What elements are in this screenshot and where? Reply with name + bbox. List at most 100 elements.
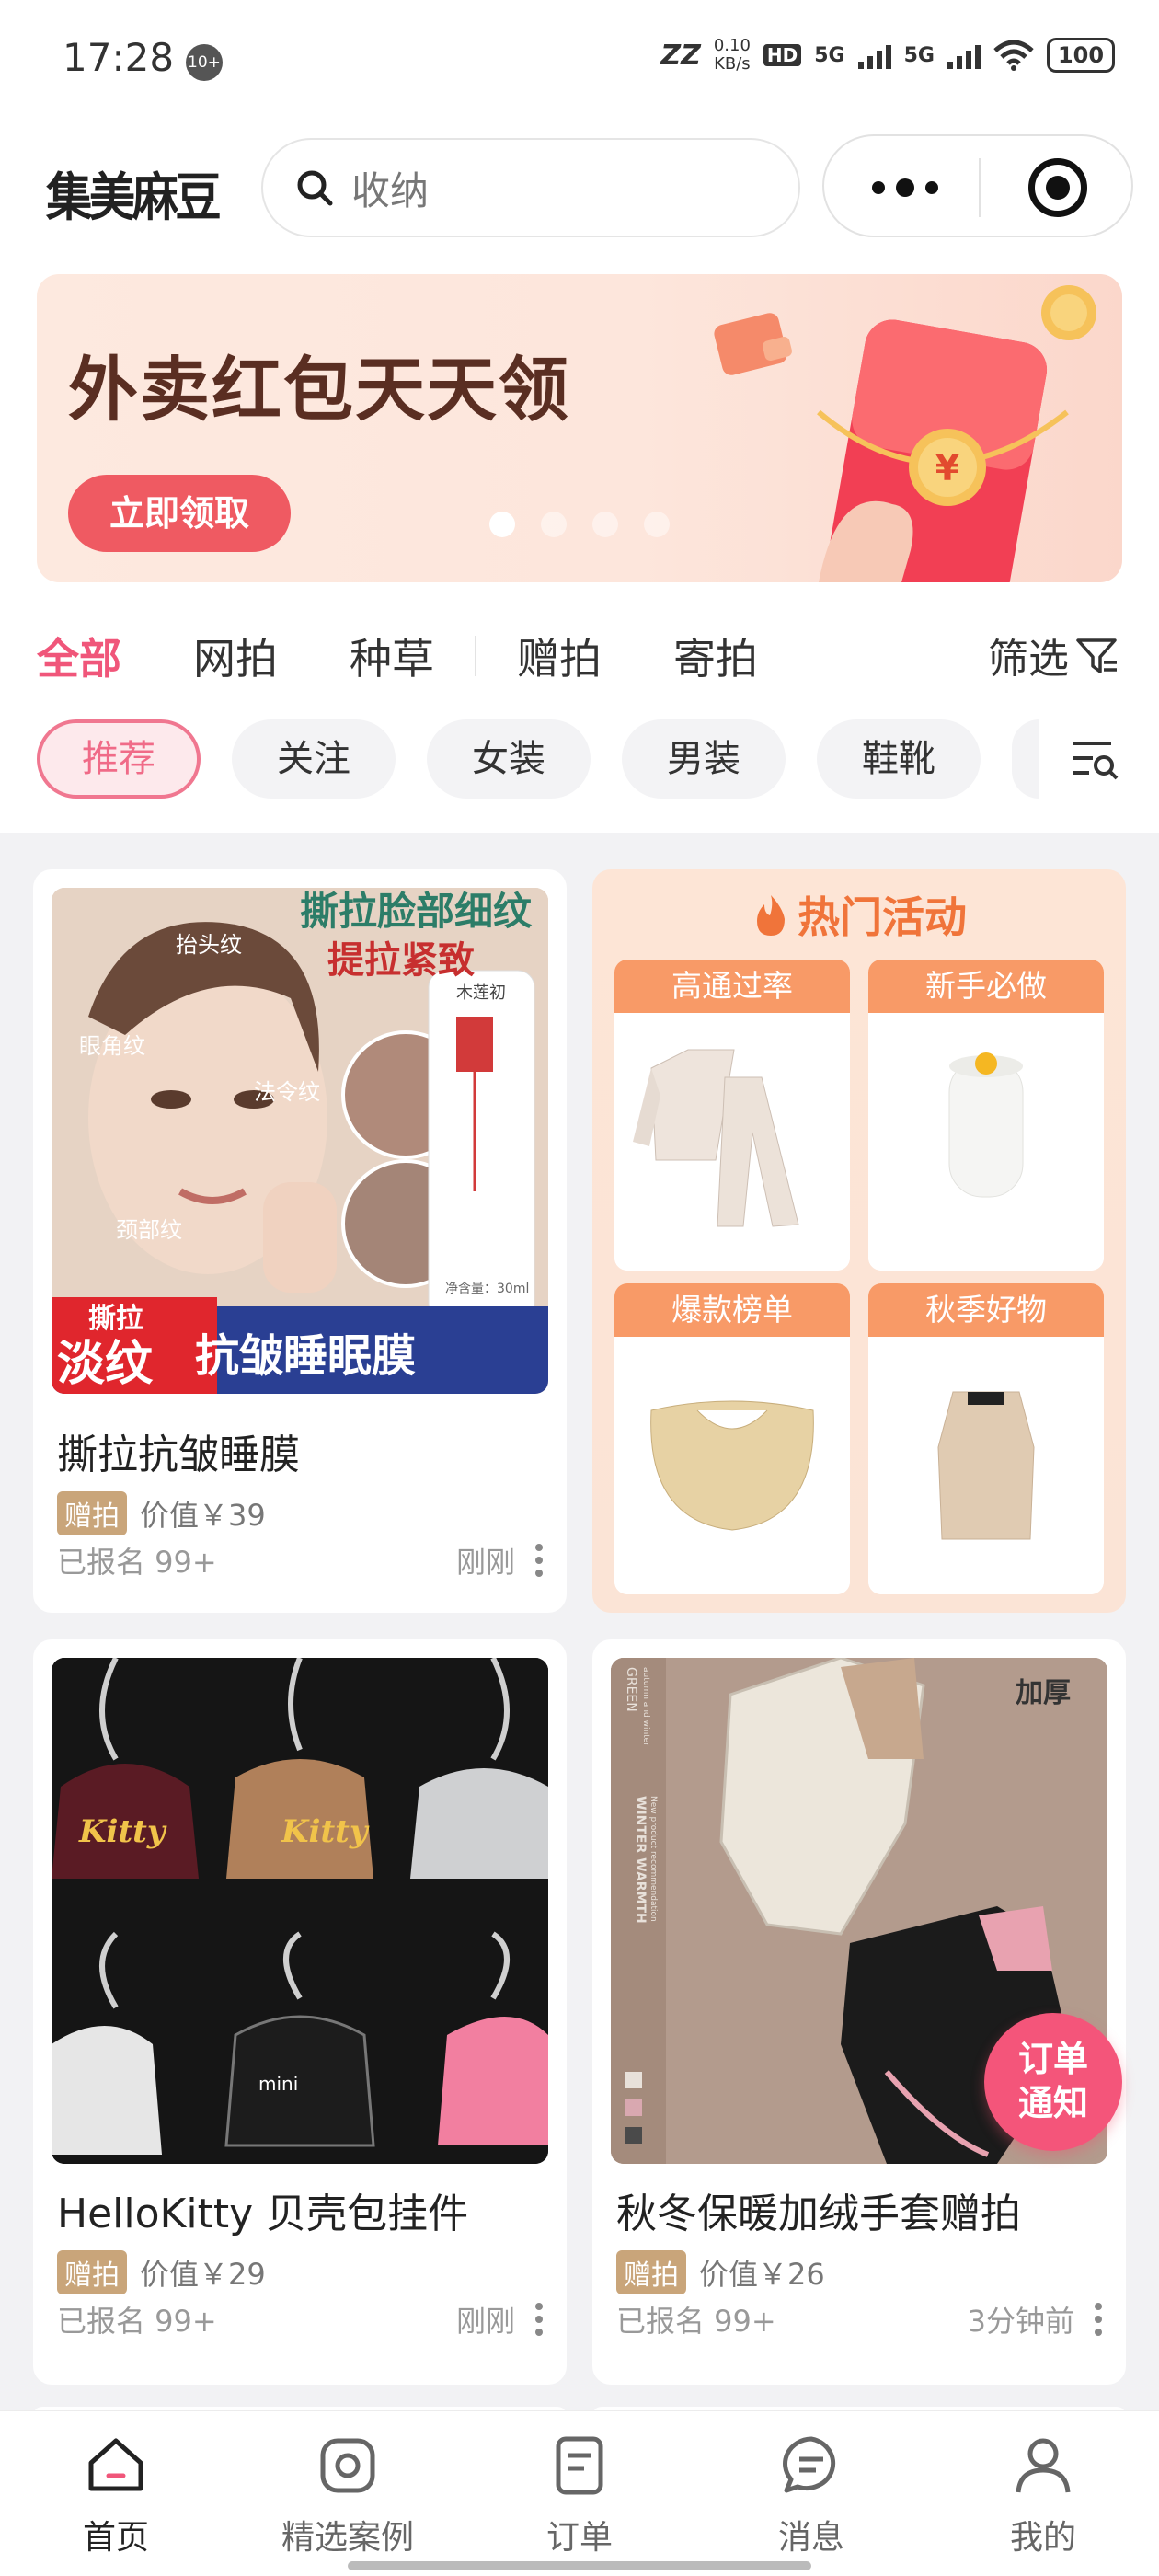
img-strip-blue: 抗皱睡眠膜 <box>195 1330 416 1382</box>
activity-label: 新手必做 <box>868 960 1104 1013</box>
tab-all[interactable]: 全部 <box>37 626 121 686</box>
filter-icon <box>1076 638 1117 673</box>
search-bar[interactable]: 收纳 <box>261 138 800 237</box>
chip-follow[interactable]: 关注 <box>232 719 396 799</box>
net-speed-value: 0.10 <box>713 36 751 55</box>
img-kitty-text-1: Kitty <box>78 1813 167 1850</box>
filter-button[interactable]: 筛选 <box>988 626 1119 684</box>
tab-gift-shoot[interactable]: 赠拍 <box>517 626 602 686</box>
activity-label: 高通过率 <box>614 960 850 1013</box>
header: 集美麻豆 收纳 <box>0 120 1159 258</box>
app-logo-icon: ZZ <box>660 39 701 72</box>
product-image: Kitty Kitty mini <box>52 1658 548 2164</box>
pajamas-image <box>614 1013 850 1271</box>
order-notification-button[interactable]: 订单 通知 <box>984 2013 1122 2151</box>
img-brand: 木莲初 <box>456 983 506 1003</box>
banner-dot[interactable] <box>644 512 670 537</box>
net-speed: 0.10 KB/s <box>714 37 751 74</box>
status-icons: ZZ 0.10 KB/s HD 5G 5G 100 <box>660 37 1115 74</box>
more-options-icon[interactable] <box>1095 2303 1102 2336</box>
product-image: 撕拉脸部细纹 提拉紧致 抬头纹 眼角纹 法令纹 颈部纹 木莲初 净含量：30ml… <box>52 888 548 1394</box>
order-bubble-line-2: 通知 <box>1017 2083 1088 2123</box>
nav-label: 我的 <box>1009 2519 1076 2557</box>
chip-shoes[interactable]: 鞋靴 <box>817 719 981 799</box>
hd-label: HD <box>763 44 802 66</box>
product-price: 价值￥26 <box>699 2257 825 2292</box>
more-options-icon[interactable] <box>535 2303 543 2336</box>
product-price: 价值￥29 <box>140 2257 266 2292</box>
post-time: 刚刚 <box>455 2304 515 2339</box>
banner-dot[interactable] <box>541 512 567 537</box>
img-label-eye: 眼角纹 <box>79 1033 145 1059</box>
banner-claim-button[interactable]: 立即领取 <box>68 475 291 552</box>
tab-consign-shoot[interactable]: 寄拍 <box>673 626 758 686</box>
nav-home[interactable]: 首页 <box>0 2433 232 2559</box>
img-strip-small: 撕拉 <box>88 1303 143 1335</box>
activity-autumn-goods[interactable]: 秋季好物 <box>868 1283 1104 1594</box>
chat-bubble-icon <box>783 2436 836 2493</box>
img-headline-2: 提拉紧致 <box>327 939 475 982</box>
product-card[interactable]: 撕拉脸部细纹 提拉紧致 抬头纹 眼角纹 法令纹 颈部纹 木莲初 净含量：30ml… <box>33 869 567 1613</box>
product-card[interactable]: Kitty Kitty mini HelloKitty 贝壳包挂件 赠拍 价值￥… <box>33 1639 567 2385</box>
nav-orders[interactable]: 订单 <box>464 2433 695 2559</box>
activity-high-pass-rate[interactable]: 高通过率 <box>614 960 850 1271</box>
more-options-icon[interactable] <box>535 1544 543 1577</box>
promo-banner[interactable]: 外卖红包天天领 立即领取 ¥ <box>37 274 1122 582</box>
mini-program-capsule <box>822 134 1133 237</box>
meta-row: 已报名 99+ 3分钟前 <box>616 2298 1102 2340</box>
signal-2-label: 5G <box>903 43 935 67</box>
red-envelope-illustration: ¥ <box>714 285 1096 582</box>
img-headline-1: 撕拉脸部细纹 <box>300 889 533 934</box>
price-row: 赠拍 价值￥26 <box>616 2250 825 2294</box>
app-logo: 集美麻豆 <box>46 168 222 228</box>
home-indicator <box>348 2561 811 2570</box>
meta-row: 已报名 99+ 刚刚 <box>57 2298 543 2340</box>
gift-tag: 赠拍 <box>57 2250 127 2294</box>
signal-bars-icon <box>857 41 891 69</box>
chip-menswear[interactable]: 男装 <box>622 719 786 799</box>
chip-recommend[interactable]: 推荐 <box>37 719 201 799</box>
nav-profile[interactable]: 我的 <box>927 2433 1159 2559</box>
banner-dot[interactable] <box>592 512 618 537</box>
gift-tag: 赠拍 <box>57 1491 127 1535</box>
signup-count: 已报名 99+ <box>57 1545 217 1580</box>
activity-label: 爆款榜单 <box>614 1283 850 1337</box>
img-side-text-2: WINTER WARMTH <box>633 1796 648 1924</box>
banner-title: 外卖红包天天领 <box>68 349 570 431</box>
img-kitty-text-2: Kitty <box>281 1813 370 1850</box>
banner-dot[interactable] <box>489 512 515 537</box>
status-bar: 17:28 10+ ZZ 0.10 KB/s HD 5G 5G 100 <box>0 0 1159 120</box>
activity-label: 秋季好物 <box>868 1283 1104 1337</box>
category-list-icon[interactable] <box>1069 736 1120 784</box>
nav-label: 订单 <box>545 2519 613 2557</box>
img-mini-text: mini <box>258 2073 298 2095</box>
chip-overflow[interactable] <box>1012 719 1039 799</box>
more-menu-icon[interactable] <box>872 178 938 197</box>
tab-seed[interactable]: 种草 <box>350 626 434 686</box>
close-target-icon[interactable] <box>1028 158 1087 217</box>
search-icon <box>297 170 333 206</box>
nav-label: 消息 <box>777 2519 844 2557</box>
nav-featured-cases[interactable]: 精选案例 <box>232 2433 464 2559</box>
signup-count: 已报名 99+ <box>57 2304 217 2339</box>
post-time: 刚刚 <box>455 1545 515 1580</box>
img-volume: 净含量：30ml <box>445 1282 529 1296</box>
tab-online-shoot[interactable]: 网拍 <box>193 626 278 686</box>
signal-1-label: 5G <box>814 43 845 67</box>
activity-newbie-must-do[interactable]: 新手必做 <box>868 960 1104 1271</box>
chip-womenswear[interactable]: 女装 <box>427 719 591 799</box>
product-price: 价值￥39 <box>140 1498 266 1533</box>
img-strip-red: 淡纹 <box>57 1337 154 1392</box>
banner-pagination <box>489 512 670 537</box>
signal-bars-icon <box>947 41 981 69</box>
activity-hot-list[interactable]: 爆款榜单 <box>614 1283 850 1594</box>
home-icon <box>88 2438 143 2491</box>
top-area: 外卖红包天天领 立即领取 ¥ 全部 网拍 种草 赠拍 寄拍 筛选 推荐 关注 女… <box>0 258 1159 833</box>
camera-icon <box>320 2438 375 2493</box>
img-label-forehead: 抬头纹 <box>176 932 242 958</box>
tab-divider <box>475 636 476 676</box>
straw-bag-image <box>614 1337 850 1594</box>
img-side-text-1: GREEN <box>624 1667 638 1712</box>
product-card[interactable]: 加厚 GREEN WINTER WARMTH New product recom… <box>592 1639 1126 2385</box>
nav-messages[interactable]: 消息 <box>695 2433 927 2559</box>
